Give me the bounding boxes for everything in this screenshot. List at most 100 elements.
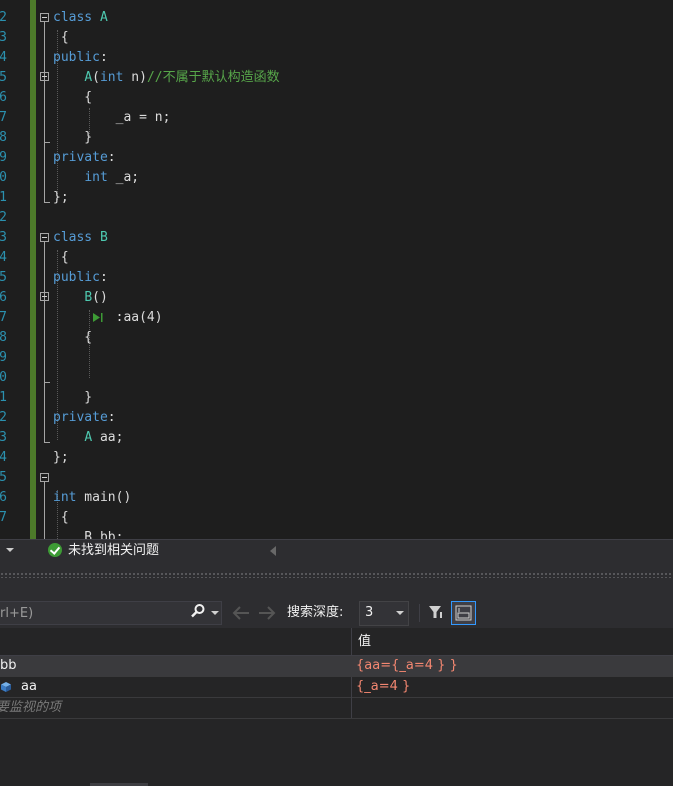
code-line[interactable]: class B bbox=[53, 228, 108, 248]
code-line[interactable]: _a = n; bbox=[53, 108, 171, 128]
watch-name[interactable]: bb bbox=[0, 656, 17, 676]
code-line[interactable]: private: bbox=[53, 148, 116, 168]
code-line[interactable]: { bbox=[53, 88, 92, 108]
toolbar-separator bbox=[419, 604, 420, 622]
code-token: class bbox=[53, 230, 93, 245]
fold-guide bbox=[44, 482, 45, 539]
code-token: A bbox=[84, 430, 93, 445]
hex-display-button[interactable] bbox=[451, 601, 476, 625]
zoom-dropdown-icon[interactable] bbox=[6, 548, 14, 552]
search-depth-label: 搜索深度: bbox=[287, 605, 344, 620]
code-line[interactable]: }; bbox=[53, 448, 69, 468]
collapse-icon[interactable] bbox=[40, 72, 49, 81]
line-number: 1 bbox=[0, 190, 7, 205]
code-line[interactable]: A aa; bbox=[53, 428, 123, 448]
add-watch-hint[interactable]: 要监视的项 bbox=[0, 698, 61, 718]
code-token: public bbox=[53, 270, 100, 285]
code-token: }; bbox=[53, 190, 69, 205]
line-number: 7 bbox=[0, 310, 7, 325]
grid-header bbox=[0, 628, 673, 656]
change-tracking-bar bbox=[30, 0, 36, 539]
code-token: int bbox=[84, 170, 108, 185]
search-depth-value[interactable]: 3 bbox=[365, 604, 373, 622]
collapse-icon[interactable] bbox=[40, 233, 49, 242]
hex-display-icon bbox=[455, 605, 472, 621]
collapse-icon[interactable] bbox=[40, 292, 49, 301]
code-token: } bbox=[53, 130, 93, 145]
fold-guide bbox=[44, 242, 45, 442]
code-line[interactable]: public: bbox=[53, 48, 108, 68]
code-token: } bbox=[53, 390, 93, 405]
code-token: main() bbox=[76, 490, 132, 505]
code-line[interactable]: public: bbox=[53, 268, 108, 288]
scroll-left-icon[interactable] bbox=[270, 546, 276, 556]
line-number: 5 bbox=[0, 70, 7, 85]
line-number: 9 bbox=[0, 150, 7, 165]
watch-value[interactable]: {_a=4 } bbox=[356, 677, 410, 697]
code-token: { bbox=[53, 90, 93, 105]
line-number: 3 bbox=[0, 30, 7, 45]
code-token: int bbox=[99, 70, 124, 85]
line-number: 5 bbox=[0, 270, 7, 285]
code-token: B bb; bbox=[53, 530, 124, 539]
code-line[interactable]: A(int n)//不属于默认构造函数 bbox=[53, 68, 280, 88]
search-options-dropdown-icon[interactable] bbox=[211, 611, 219, 615]
watch-value[interactable]: {aa={_a=4 } } bbox=[356, 656, 458, 676]
code-line[interactable]: { bbox=[53, 328, 92, 348]
code-token: { bbox=[53, 250, 69, 265]
line-number-gutter: 2 3 4 5 6 7 8 9 0 1 2 3 4 5 6 7 8 9 0 1 2 3 4 5 6 7 bbox=[0, 0, 10, 539]
code-token: public bbox=[53, 50, 100, 65]
issues-status[interactable]: 未找到相关问题 bbox=[68, 541, 159, 561]
add-watch-row[interactable]: 要监视的项 bbox=[0, 698, 673, 719]
table-row[interactable]: bb {aa={_a=4 } } bbox=[0, 656, 673, 677]
fold-guide bbox=[44, 22, 45, 202]
line-number: 3 bbox=[0, 430, 7, 445]
fold-guide-end bbox=[44, 142, 50, 143]
fold-guide-end bbox=[44, 382, 50, 383]
code-token: _a; bbox=[107, 170, 140, 185]
line-number: 8 bbox=[0, 330, 7, 345]
pane-splitter[interactable] bbox=[0, 562, 673, 598]
code-line[interactable]: class A bbox=[53, 8, 108, 28]
code-line[interactable]: } bbox=[53, 128, 92, 148]
code-token: { bbox=[53, 330, 93, 345]
code-line[interactable]: }; bbox=[53, 188, 69, 208]
line-number: 1 bbox=[0, 390, 7, 405]
search-input[interactable] bbox=[0, 603, 180, 623]
chevron-down-icon[interactable] bbox=[396, 611, 404, 615]
code-token: B bbox=[99, 230, 108, 245]
code-line[interactable]: B bb; bbox=[53, 528, 123, 539]
code-editor[interactable]: 2 3 4 5 6 7 8 9 0 1 2 3 4 5 6 7 8 9 0 1 2 3 4 5 6 7 class A {publ… bbox=[0, 0, 673, 539]
code-token: : bbox=[107, 150, 116, 165]
code-line[interactable]: { bbox=[53, 28, 69, 48]
filter-icon[interactable] bbox=[427, 603, 445, 621]
table-row[interactable]: aa {_a=4 } bbox=[0, 677, 673, 698]
code-line[interactable]: B() bbox=[53, 288, 107, 308]
arrow-left-icon[interactable] bbox=[231, 604, 251, 622]
code-token: //不属于默认构造函数 bbox=[146, 70, 280, 85]
collapse-icon[interactable] bbox=[40, 473, 49, 482]
code-line[interactable]: int main() bbox=[53, 488, 131, 508]
collapse-icon[interactable] bbox=[40, 13, 49, 22]
splitter-grip[interactable] bbox=[0, 572, 673, 578]
line-number: 4 bbox=[0, 450, 7, 465]
fold-guide-end bbox=[44, 442, 50, 443]
code-token: n) bbox=[123, 70, 147, 85]
code-line[interactable]: :aa(4) bbox=[53, 308, 163, 328]
code-token: { bbox=[53, 510, 69, 525]
code-token: class bbox=[53, 10, 93, 25]
line-number: 6 bbox=[0, 290, 7, 305]
code-line[interactable]: int _a; bbox=[53, 168, 139, 188]
code-line[interactable]: { bbox=[53, 248, 69, 268]
search-icon[interactable] bbox=[190, 603, 206, 619]
code-line[interactable]: private: bbox=[53, 408, 116, 428]
value-column-header[interactable]: 值 bbox=[358, 632, 371, 652]
code-line[interactable]: } bbox=[53, 388, 92, 408]
arrow-right-icon[interactable] bbox=[257, 604, 277, 622]
code-token: A bbox=[99, 10, 108, 25]
code-line[interactable]: { bbox=[53, 508, 69, 528]
line-number: 8 bbox=[0, 130, 7, 145]
watch-name[interactable]: aa bbox=[21, 677, 37, 697]
